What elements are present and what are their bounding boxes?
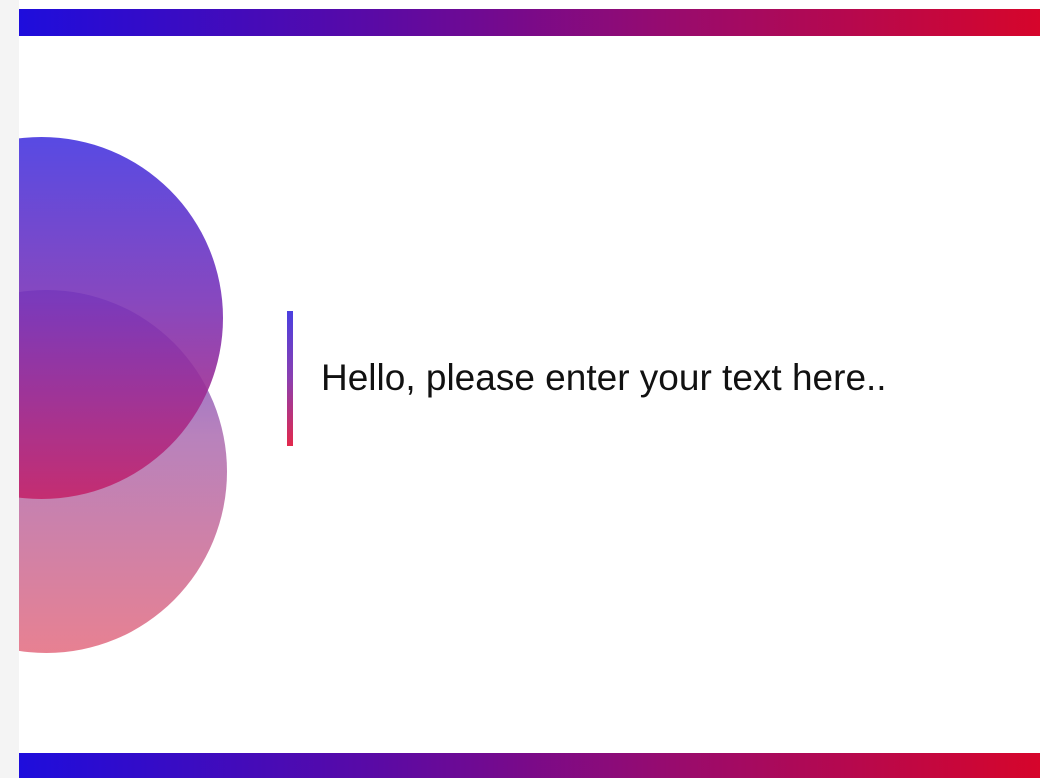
top-gradient-bar [19,9,1040,36]
slide-text-placeholder[interactable]: Hello, please enter your text here.. [321,350,887,406]
bottom-gradient-bar [19,753,1040,778]
accent-divider [287,311,293,446]
slide-canvas: Hello, please enter your text here.. [19,0,1040,778]
